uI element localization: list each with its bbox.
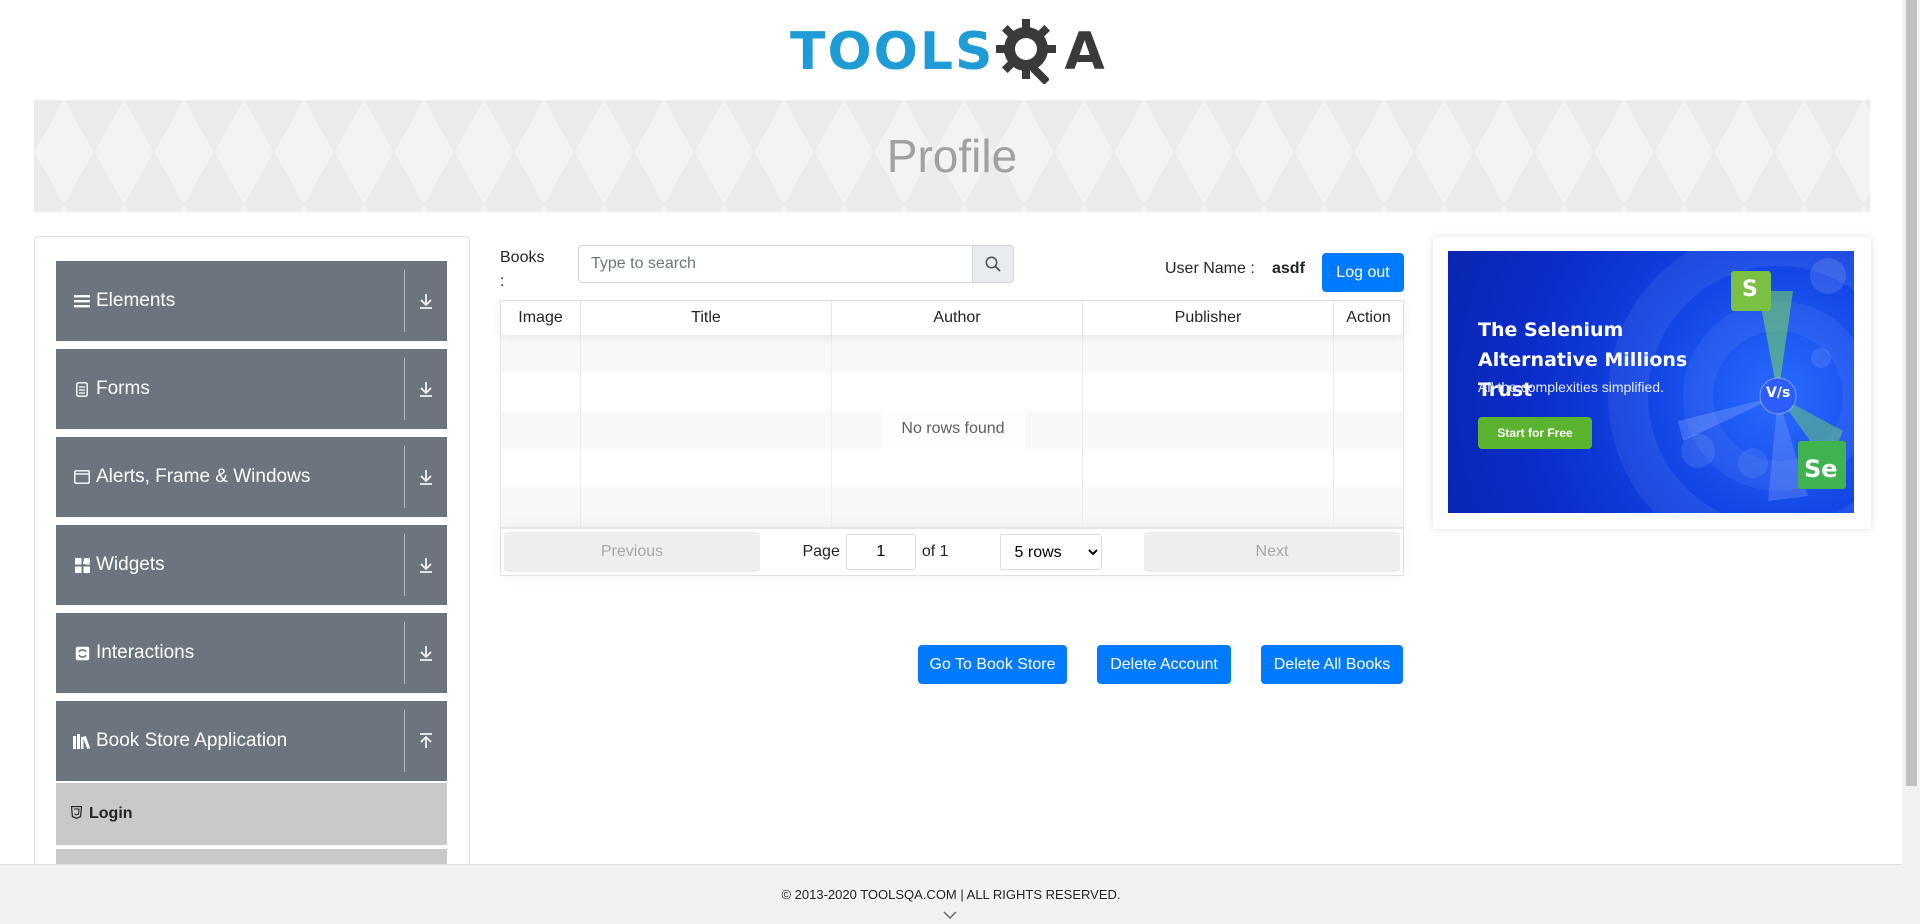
username-value: asdf [1272,260,1305,277]
ad-banner[interactable]: S V/s Se The Selenium Alternative Millio… [1448,251,1854,513]
sidebar-group-forms[interactable]: Forms [56,349,447,429]
rows-per-page-select[interactable]: 5 rows [999,534,1102,570]
sidebar-item-login[interactable]: Login [56,783,447,845]
table-row [501,335,1403,373]
previous-button[interactable]: Previous [504,532,760,572]
form-icon [72,381,92,397]
toolsqa-logo[interactable]: TOOLS A [790,14,1107,90]
download-arrow-icon[interactable] [405,380,447,398]
page-label: Page [802,543,840,560]
page: TOOLS A Profile Elements Forms Alerts, F… [0,0,1920,924]
hamburger-icon [72,294,92,308]
search-box [578,245,1014,283]
table-row [501,373,1403,411]
search-icon [985,256,1001,272]
upload-arrow-icon[interactable] [405,732,447,750]
column-header-image[interactable]: Image [501,301,581,335]
total-pages-label: of 1 [921,543,949,560]
download-arrow-icon[interactable] [405,292,447,310]
username-label: User Name : [1165,260,1255,277]
logo-text-tools: TOOLS [790,22,995,82]
table-row [501,449,1403,487]
pagination-center: Page of 1 5 rows [763,534,1141,570]
next-button[interactable]: Next [1144,532,1400,572]
column-header-action[interactable]: Action [1334,301,1403,335]
delete-all-books-button[interactable]: Delete All Books [1261,645,1403,684]
html5-icon [70,805,85,822]
column-header-author[interactable]: Author [832,301,1083,335]
sidebar-group-alerts-frame-windows[interactable]: Alerts, Frame & Windows [56,437,447,517]
sidebar-item-label: Login [89,805,133,822]
go-to-book-store-button[interactable]: Go To Book Store [918,645,1067,684]
sidebar-group-label: Forms [96,378,150,399]
download-arrow-icon[interactable] [405,468,447,486]
pagination: Previous Page of 1 5 rows Next [501,527,1403,575]
sidebar-group-label: Book Store Application [96,730,288,751]
sidebar-group-label: Interactions [96,642,195,663]
page-jump-input[interactable] [845,534,916,570]
page-banner: Profile [34,100,1870,212]
books-label: Books : [500,249,545,290]
sidebar: Elements Forms Alerts, Frame & Windows W… [34,236,470,924]
download-arrow-icon[interactable] [405,556,447,574]
ad-subtitle: All the complexities simplified. [1478,379,1664,395]
search-input[interactable] [578,245,973,283]
chevron-down-icon[interactable] [943,910,957,920]
sidebar-group-label: Elements [96,290,176,311]
window-icon [72,470,92,484]
sidebar-group-book-store-application[interactable]: Book Store Application [56,701,447,781]
books-icon [72,733,92,749]
column-header-title[interactable]: Title [581,301,832,335]
table-header: Image Title Author Publisher Action [501,301,1403,335]
ad-badge-s: S [1742,277,1758,302]
sidebar-group-label: Widgets [96,554,165,575]
delete-account-button[interactable]: Delete Account [1097,645,1231,684]
ad-badge-vs: V/s [1766,385,1791,401]
sidebar-group-interactions[interactable]: Interactions [56,613,447,693]
scrollbar-thumb[interactable] [1906,0,1917,786]
ad-badge-se: Se [1804,455,1838,483]
table-row [501,487,1403,527]
download-arrow-icon[interactable] [405,644,447,662]
advertisement[interactable]: S V/s Se The Selenium Alternative Millio… [1433,237,1871,529]
page-title: Profile [886,130,1018,182]
sidebar-group-widgets[interactable]: Widgets [56,525,447,605]
gear-magnifier-icon [996,19,1057,85]
column-header-publisher[interactable]: Publisher [1083,301,1334,335]
search-button[interactable] [973,245,1014,283]
footer-copyright: © 2013-2020 TOOLSQA.COM | ALL RIGHTS RES… [781,887,1121,902]
page-info: Page of 1 [802,534,949,570]
logo-text-a: A [1064,22,1107,82]
sidebar-group-elements[interactable]: Elements [56,261,447,341]
logout-button[interactable]: Log out [1322,253,1404,292]
footer: © 2013-2020 TOOLSQA.COM | ALL RIGHTS RES… [0,864,1902,924]
books-table: Image Title Author Publisher Action No r… [500,300,1404,576]
ad-start-free-button[interactable]: Start for Free [1478,417,1592,449]
page-scrollbar[interactable] [1902,0,1920,924]
interaction-icon [72,646,92,661]
widgets-icon [72,557,92,573]
no-rows-message: No rows found [881,409,1025,449]
sidebar-group-label: Alerts, Frame & Windows [96,466,311,487]
